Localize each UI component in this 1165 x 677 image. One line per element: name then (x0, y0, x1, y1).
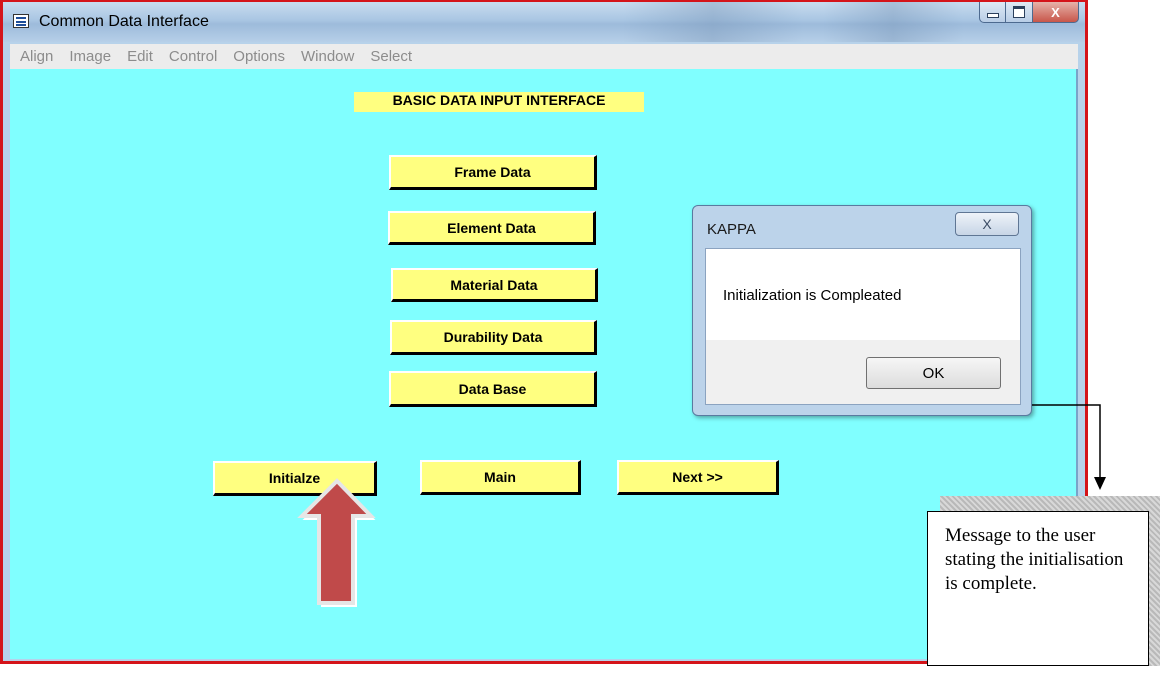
up-arrow-icon (297, 478, 376, 607)
down-arrow-icon (1032, 404, 1106, 490)
dialog-title: KAPPA (707, 221, 756, 238)
message-dialog: KAPPA X Initialization is Compleated OK (692, 205, 1032, 416)
annotation-callout: Message to the user stating the initiali… (927, 511, 1149, 666)
dialog-close-button[interactable]: X (955, 212, 1019, 236)
dialog-message: Initialization is Compleated (723, 287, 902, 304)
dialog-body: Initialization is Compleated OK (705, 248, 1021, 405)
ok-button[interactable]: OK (866, 357, 1001, 389)
close-icon: X (982, 216, 992, 232)
